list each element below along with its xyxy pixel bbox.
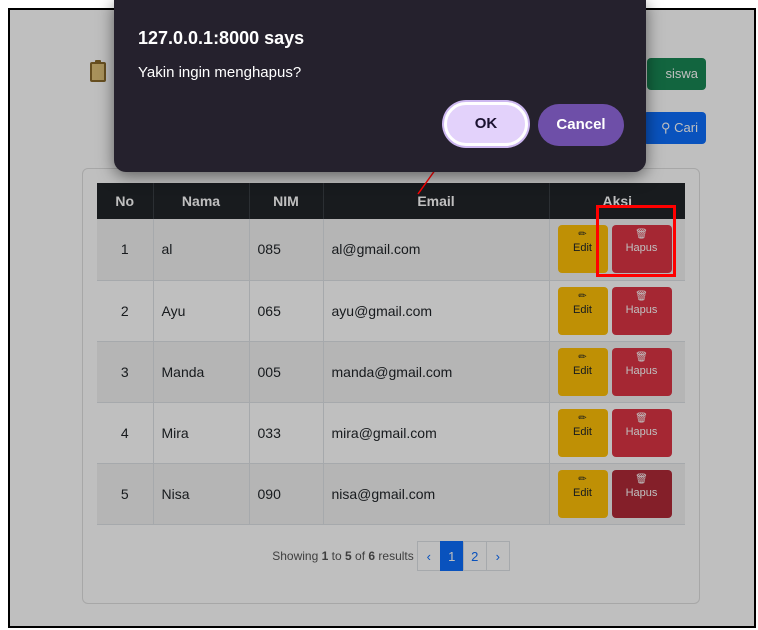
- cancel-button[interactable]: Cancel: [538, 104, 624, 146]
- dialog-title: 127.0.0.1:8000 says: [138, 28, 305, 48]
- annotation-highlight-box: [596, 205, 676, 277]
- confirm-dialog: 127.0.0.1:8000 says Yakin ingin menghapu…: [114, 0, 646, 172]
- dialog-message: Yakin ingin menghapus?: [138, 64, 302, 81]
- ok-button[interactable]: OK: [444, 102, 528, 146]
